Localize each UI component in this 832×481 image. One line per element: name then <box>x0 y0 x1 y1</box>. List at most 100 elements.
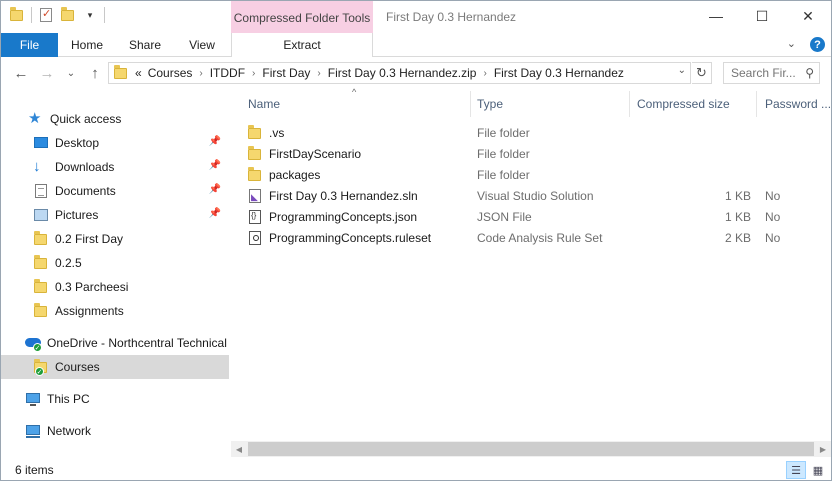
nav-0-2-first-day[interactable]: 0.2 First Day <box>1 227 229 251</box>
navigation-bar: ← → ⌄ ↑ « Courses › ITDDF › First Day › … <box>1 57 831 89</box>
tab-extract[interactable]: Extract <box>231 33 373 57</box>
large-icons-view-icon[interactable]: ▦ <box>808 461 828 479</box>
horizontal-scrollbar[interactable]: ◀ ▶ <box>231 441 831 457</box>
compressed-folder-tools-header: Compressed Folder Tools <box>231 1 373 35</box>
nav-item-label: Network <box>47 424 92 438</box>
new-folder-icon[interactable] <box>60 7 76 23</box>
maximize-button[interactable]: ☐ <box>739 1 785 31</box>
title-bar: ▾ Compressed Folder Tools First Day 0.3 … <box>1 1 831 35</box>
nav-pictures[interactable]: Pictures 📌 <box>1 203 229 227</box>
file-type: File folder <box>477 125 530 140</box>
breadcrumb-zip[interactable]: First Day 0.3 Hernandez.zip <box>328 66 477 80</box>
nav-quick-access[interactable]: ★ Quick access <box>1 107 229 131</box>
file-row[interactable]: First Day 0.3 Hernandez.sln Visual Studi… <box>247 185 831 206</box>
chevron-right-icon[interactable]: › <box>199 68 202 79</box>
breadcrumb-overflow[interactable]: « <box>135 66 142 80</box>
pictures-icon <box>33 207 49 223</box>
nav-desktop[interactable]: Desktop 📌 <box>1 131 229 155</box>
ribbon-tabs: File Home Share View Extract ⌄ ? <box>1 33 831 57</box>
close-button[interactable]: ✕ <box>785 1 831 31</box>
file-type: JSON File <box>477 209 532 224</box>
breadcrumb: « Courses › ITDDF › First Day › First Da… <box>135 66 624 80</box>
column-name[interactable]: Name <box>240 91 471 117</box>
address-dropdown-icon[interactable]: ⌄ <box>678 65 686 76</box>
pin-icon[interactable]: 📌 <box>209 208 221 219</box>
file-row[interactable]: ProgrammingConcepts.json JSON File 1 KB … <box>247 206 831 227</box>
properties-icon[interactable] <box>38 7 54 23</box>
download-icon: ↓ <box>33 158 41 175</box>
nav-downloads[interactable]: ↓ Downloads 📌 <box>1 155 229 179</box>
chevron-right-icon[interactable]: › <box>317 68 320 79</box>
nav-onedrive[interactable]: ✓ OneDrive - Northcentral Technical <box>1 331 229 355</box>
breadcrumb-itddf[interactable]: ITDDF <box>210 66 245 80</box>
item-count: 6 items <box>15 463 54 477</box>
folder-icon <box>33 231 49 247</box>
navigation-pane: ★ Quick access Desktop 📌 ↓ Downloads 📌 D… <box>1 99 229 457</box>
folder-icon <box>247 166 263 183</box>
help-icon[interactable]: ? <box>810 37 825 52</box>
column-type[interactable]: Type <box>469 91 630 117</box>
folder-icon <box>33 279 49 295</box>
chevron-right-icon[interactable]: › <box>483 68 486 79</box>
nav-assignments[interactable]: Assignments <box>1 299 229 323</box>
file-type: File folder <box>477 167 530 182</box>
scrollbar-thumb[interactable] <box>248 442 814 456</box>
json-file-icon <box>247 209 263 225</box>
tab-file[interactable]: File <box>1 33 58 57</box>
file-type: File folder <box>477 146 530 161</box>
nav-item-label: Downloads <box>55 160 115 174</box>
file-row[interactable]: packages File folder <box>247 164 831 185</box>
nav-network[interactable]: Network <box>1 419 229 443</box>
ribbon-controls: ⌄ ? <box>787 37 825 52</box>
ribbon-collapse-icon[interactable]: ⌄ <box>787 37 796 52</box>
file-row[interactable]: ProgrammingConcepts.ruleset Code Analysi… <box>247 227 831 248</box>
nav-documents[interactable]: Documents 📌 <box>1 179 229 203</box>
documents-icon <box>33 183 49 199</box>
file-row[interactable]: .vs File folder <box>247 122 831 143</box>
chevron-right-icon[interactable]: › <box>252 68 255 79</box>
recent-locations-button[interactable]: ⌄ <box>61 63 81 83</box>
forward-button[interactable]: → <box>37 63 57 83</box>
search-icon[interactable]: ⚲ <box>805 66 814 80</box>
folder-icon <box>247 124 263 141</box>
pin-icon[interactable]: 📌 <box>209 184 221 195</box>
breadcrumb-current[interactable]: First Day 0.3 Hernandez <box>494 66 624 80</box>
scroll-right-icon[interactable]: ▶ <box>815 441 831 457</box>
file-name: FirstDayScenario <box>269 146 362 161</box>
nav-item-label: 0.2 First Day <box>55 232 124 246</box>
address-bar[interactable]: « Courses › ITDDF › First Day › First Da… <box>108 62 691 84</box>
column-password[interactable]: Password ... <box>757 91 831 117</box>
pin-icon[interactable]: 📌 <box>209 136 221 147</box>
network-icon <box>25 423 41 439</box>
file-type: Code Analysis Rule Set <box>477 230 603 245</box>
nav-courses[interactable]: ✓ Courses <box>1 355 229 379</box>
customize-dropdown-icon[interactable]: ▾ <box>82 7 98 23</box>
pin-icon[interactable]: 📌 <box>209 160 221 171</box>
file-list: ^ Name Type Compressed size Password ...… <box>231 87 831 443</box>
folder-icon: ✓ <box>33 359 49 376</box>
column-compressed-size[interactable]: Compressed size <box>629 91 757 117</box>
details-view-icon[interactable]: ☰ <box>786 461 806 479</box>
folder-icon[interactable] <box>9 7 25 23</box>
search-box[interactable]: ⚲ <box>723 62 820 84</box>
tab-share[interactable]: Share <box>116 33 174 57</box>
nav-0-2-5[interactable]: 0.2.5 <box>1 251 229 275</box>
nav-item-label: Quick access <box>50 112 122 126</box>
folder-icon <box>113 65 129 81</box>
file-row[interactable]: FirstDayScenario File folder <box>247 143 831 164</box>
breadcrumb-courses[interactable]: Courses <box>148 66 193 80</box>
scroll-left-icon[interactable]: ◀ <box>231 441 247 457</box>
breadcrumb-first-day[interactable]: First Day <box>262 66 310 80</box>
tab-view[interactable]: View <box>174 33 230 57</box>
tab-home[interactable]: Home <box>58 33 116 57</box>
up-button[interactable]: ↑ <box>85 63 105 83</box>
file-name: First Day 0.3 Hernandez.sln <box>269 188 418 203</box>
refresh-button[interactable]: ↻ <box>692 62 712 84</box>
status-bar: 6 items ☰ ▦ <box>1 459 831 480</box>
minimize-button[interactable]: — <box>693 1 739 31</box>
back-button[interactable]: ← <box>11 63 31 83</box>
search-input[interactable] <box>731 66 799 80</box>
nav-this-pc[interactable]: This PC <box>1 387 229 411</box>
nav-0-3-parcheesi[interactable]: 0.3 Parcheesi <box>1 275 229 299</box>
nav-item-label: This PC <box>47 392 90 406</box>
